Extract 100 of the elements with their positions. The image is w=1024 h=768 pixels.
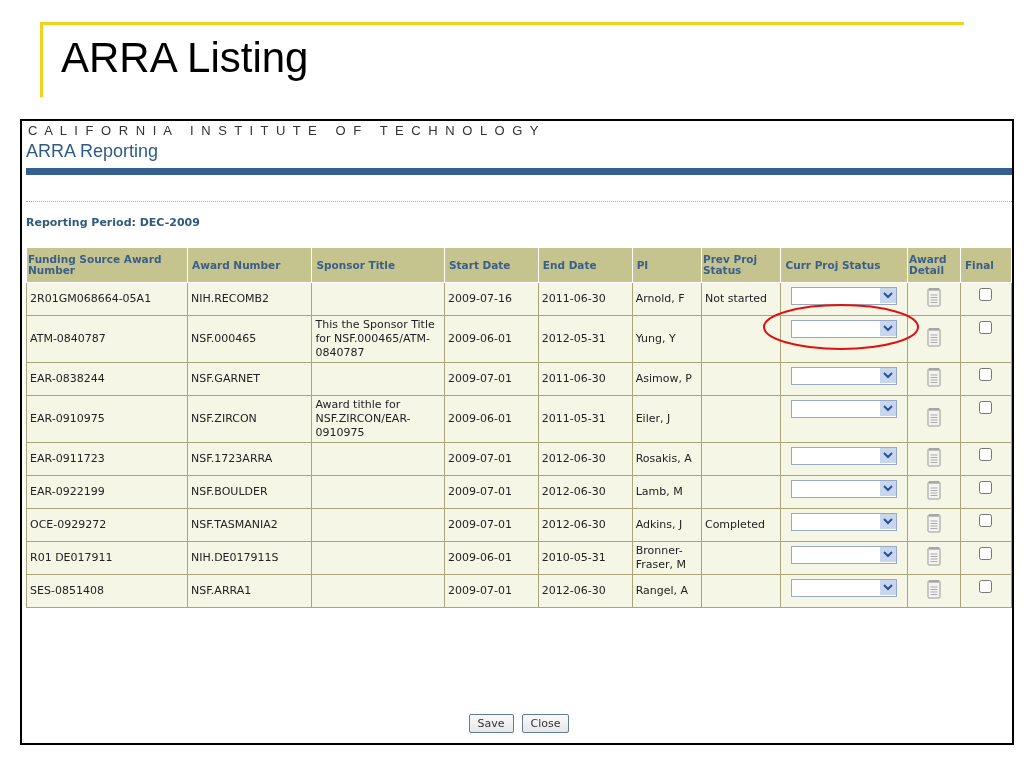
status-dropdown[interactable] bbox=[791, 320, 898, 338]
table-cell: 2012-06-30 bbox=[541, 518, 606, 531]
table-cell: 2R01GM068664-05A1 bbox=[30, 292, 152, 305]
final-checkbox[interactable] bbox=[979, 580, 993, 593]
final-checkbox[interactable] bbox=[979, 514, 993, 527]
table-cell: Award tithle for NSF.ZIRCON/EAR-0910975 bbox=[315, 398, 411, 439]
notepad-icon[interactable] bbox=[926, 579, 941, 599]
caret-icon bbox=[880, 288, 897, 303]
table-cell: Eiler, J bbox=[635, 412, 671, 425]
table-cell: 2012-06-30 bbox=[541, 584, 606, 597]
table-cell: 2011-06-30 bbox=[541, 372, 606, 385]
table-cell: 2012-06-30 bbox=[541, 452, 606, 465]
action-button[interactable]: Save bbox=[468, 714, 514, 733]
status-dropdown[interactable] bbox=[791, 447, 898, 465]
notepad-icon[interactable] bbox=[926, 480, 941, 500]
table-cell: Adkins, J bbox=[635, 518, 683, 531]
table-cell: 2009-07-01 bbox=[448, 372, 512, 385]
caret-icon bbox=[880, 514, 897, 529]
caret-icon bbox=[880, 547, 897, 562]
table-cell: This the Sponsor Title for NSF.000465/ATM-0840787 bbox=[315, 318, 435, 359]
table-cell: EAR-0911723 bbox=[30, 452, 105, 465]
table-cell: 2011-06-30 bbox=[541, 292, 606, 305]
table-cell: 2009-07-01 bbox=[448, 584, 512, 597]
table-cell: 2009-06-01 bbox=[448, 412, 512, 425]
table-cell: NSF.TASMANIA2 bbox=[191, 518, 278, 531]
column-header: Start Date bbox=[444, 247, 539, 283]
caret-icon bbox=[880, 448, 897, 463]
final-checkbox[interactable] bbox=[979, 547, 993, 560]
notepad-icon[interactable] bbox=[926, 447, 941, 467]
notepad-icon[interactable] bbox=[926, 367, 941, 387]
table-cell: OCE-0929272 bbox=[30, 518, 107, 531]
notepad-icon[interactable] bbox=[926, 287, 941, 307]
final-checkbox[interactable] bbox=[979, 321, 993, 334]
table-cell: Not started bbox=[704, 292, 768, 305]
status-dropdown[interactable] bbox=[791, 287, 898, 305]
table-cell: EAR-0838244 bbox=[30, 372, 105, 385]
table-cell: Lamb, M bbox=[635, 485, 683, 498]
table-cell: SES-0851408 bbox=[30, 584, 104, 597]
table-cell: EAR-0922199 bbox=[30, 485, 105, 498]
notepad-icon[interactable] bbox=[926, 327, 941, 347]
caret-icon bbox=[880, 401, 897, 416]
table-cell: R01 DE017911 bbox=[30, 551, 113, 564]
table-cell: 2009-07-01 bbox=[448, 452, 512, 465]
action-button[interactable]: Close bbox=[521, 714, 570, 733]
table-cell: 2012-06-30 bbox=[541, 485, 606, 498]
table-cell: 2009-07-01 bbox=[448, 518, 512, 531]
status-dropdown[interactable] bbox=[791, 367, 898, 385]
final-checkbox[interactable] bbox=[979, 288, 993, 301]
table-cell: 2009-06-01 bbox=[448, 551, 512, 564]
table-cell: 2011-05-31 bbox=[541, 412, 606, 425]
app-title: ARRA Reporting bbox=[26, 141, 160, 162]
table-cell: ATM-0840787 bbox=[30, 332, 106, 345]
caret-icon bbox=[880, 368, 897, 383]
final-checkbox[interactable] bbox=[979, 481, 993, 494]
table-cell: NIH.RECOMB2 bbox=[191, 292, 270, 305]
column-header: End Date bbox=[538, 247, 633, 283]
caret-icon bbox=[880, 321, 897, 336]
table-cell: Yung, Y bbox=[635, 332, 676, 345]
caret-icon bbox=[880, 481, 897, 496]
table-cell: NSF.GARNET bbox=[191, 372, 260, 385]
column-header: Award Number bbox=[187, 247, 312, 283]
reporting-period: Reporting Period: DEC-2009 bbox=[26, 216, 201, 229]
notepad-icon[interactable] bbox=[926, 407, 941, 427]
table-cell: EAR-0910975 bbox=[30, 412, 105, 425]
table-cell: NSF.BOULDER bbox=[191, 485, 268, 498]
status-dropdown[interactable] bbox=[791, 513, 898, 531]
table-cell: Completed bbox=[704, 518, 765, 531]
caret-icon bbox=[880, 580, 897, 595]
table-cell: NSF.000465 bbox=[191, 332, 257, 345]
final-checkbox[interactable] bbox=[979, 368, 993, 381]
slide-title: ARRA Listing bbox=[61, 33, 309, 83]
table-cell: NSF.1723ARRA bbox=[191, 452, 273, 465]
status-dropdown[interactable] bbox=[791, 546, 898, 564]
column-header: Final bbox=[960, 247, 1012, 283]
column-header: Prev Proj Status bbox=[701, 247, 781, 283]
table-cell: 2010-05-31 bbox=[541, 551, 606, 564]
column-header: Curr Proj Status bbox=[781, 247, 908, 283]
table-cell: 2009-07-01 bbox=[448, 485, 512, 498]
status-dropdown[interactable] bbox=[791, 579, 898, 597]
table-cell: Rosakis, A bbox=[635, 452, 692, 465]
table-cell: NSF.ARRA1 bbox=[191, 584, 252, 597]
institution-name: C A L I F O R N I A I N S T I T U T E O F T E C H N O L O G Y bbox=[28, 123, 542, 138]
table-cell: 2012-05-31 bbox=[541, 332, 606, 345]
final-checkbox[interactable] bbox=[979, 401, 993, 414]
status-dropdown[interactable] bbox=[791, 400, 898, 418]
notepad-icon[interactable] bbox=[926, 546, 941, 566]
table-cell: NSF.ZIRCON bbox=[191, 412, 257, 425]
table-cell: Bronner-Fraser, M bbox=[635, 544, 686, 571]
column-header: Sponsor Title bbox=[312, 247, 445, 283]
column-header: Funding Source Award Number bbox=[26, 247, 188, 283]
table-cell: NIH.DE017911S bbox=[191, 551, 279, 564]
table-cell: Asimow, P bbox=[635, 372, 692, 385]
table-cell: 2009-06-01 bbox=[448, 332, 512, 345]
final-checkbox[interactable] bbox=[979, 448, 993, 461]
table-cell: 2009-07-16 bbox=[448, 292, 512, 305]
column-header: PI bbox=[632, 247, 702, 283]
table-cell: Arnold, F bbox=[635, 292, 685, 305]
column-header: Award Detail bbox=[907, 247, 961, 283]
status-dropdown[interactable] bbox=[791, 480, 898, 498]
notepad-icon[interactable] bbox=[926, 513, 941, 533]
